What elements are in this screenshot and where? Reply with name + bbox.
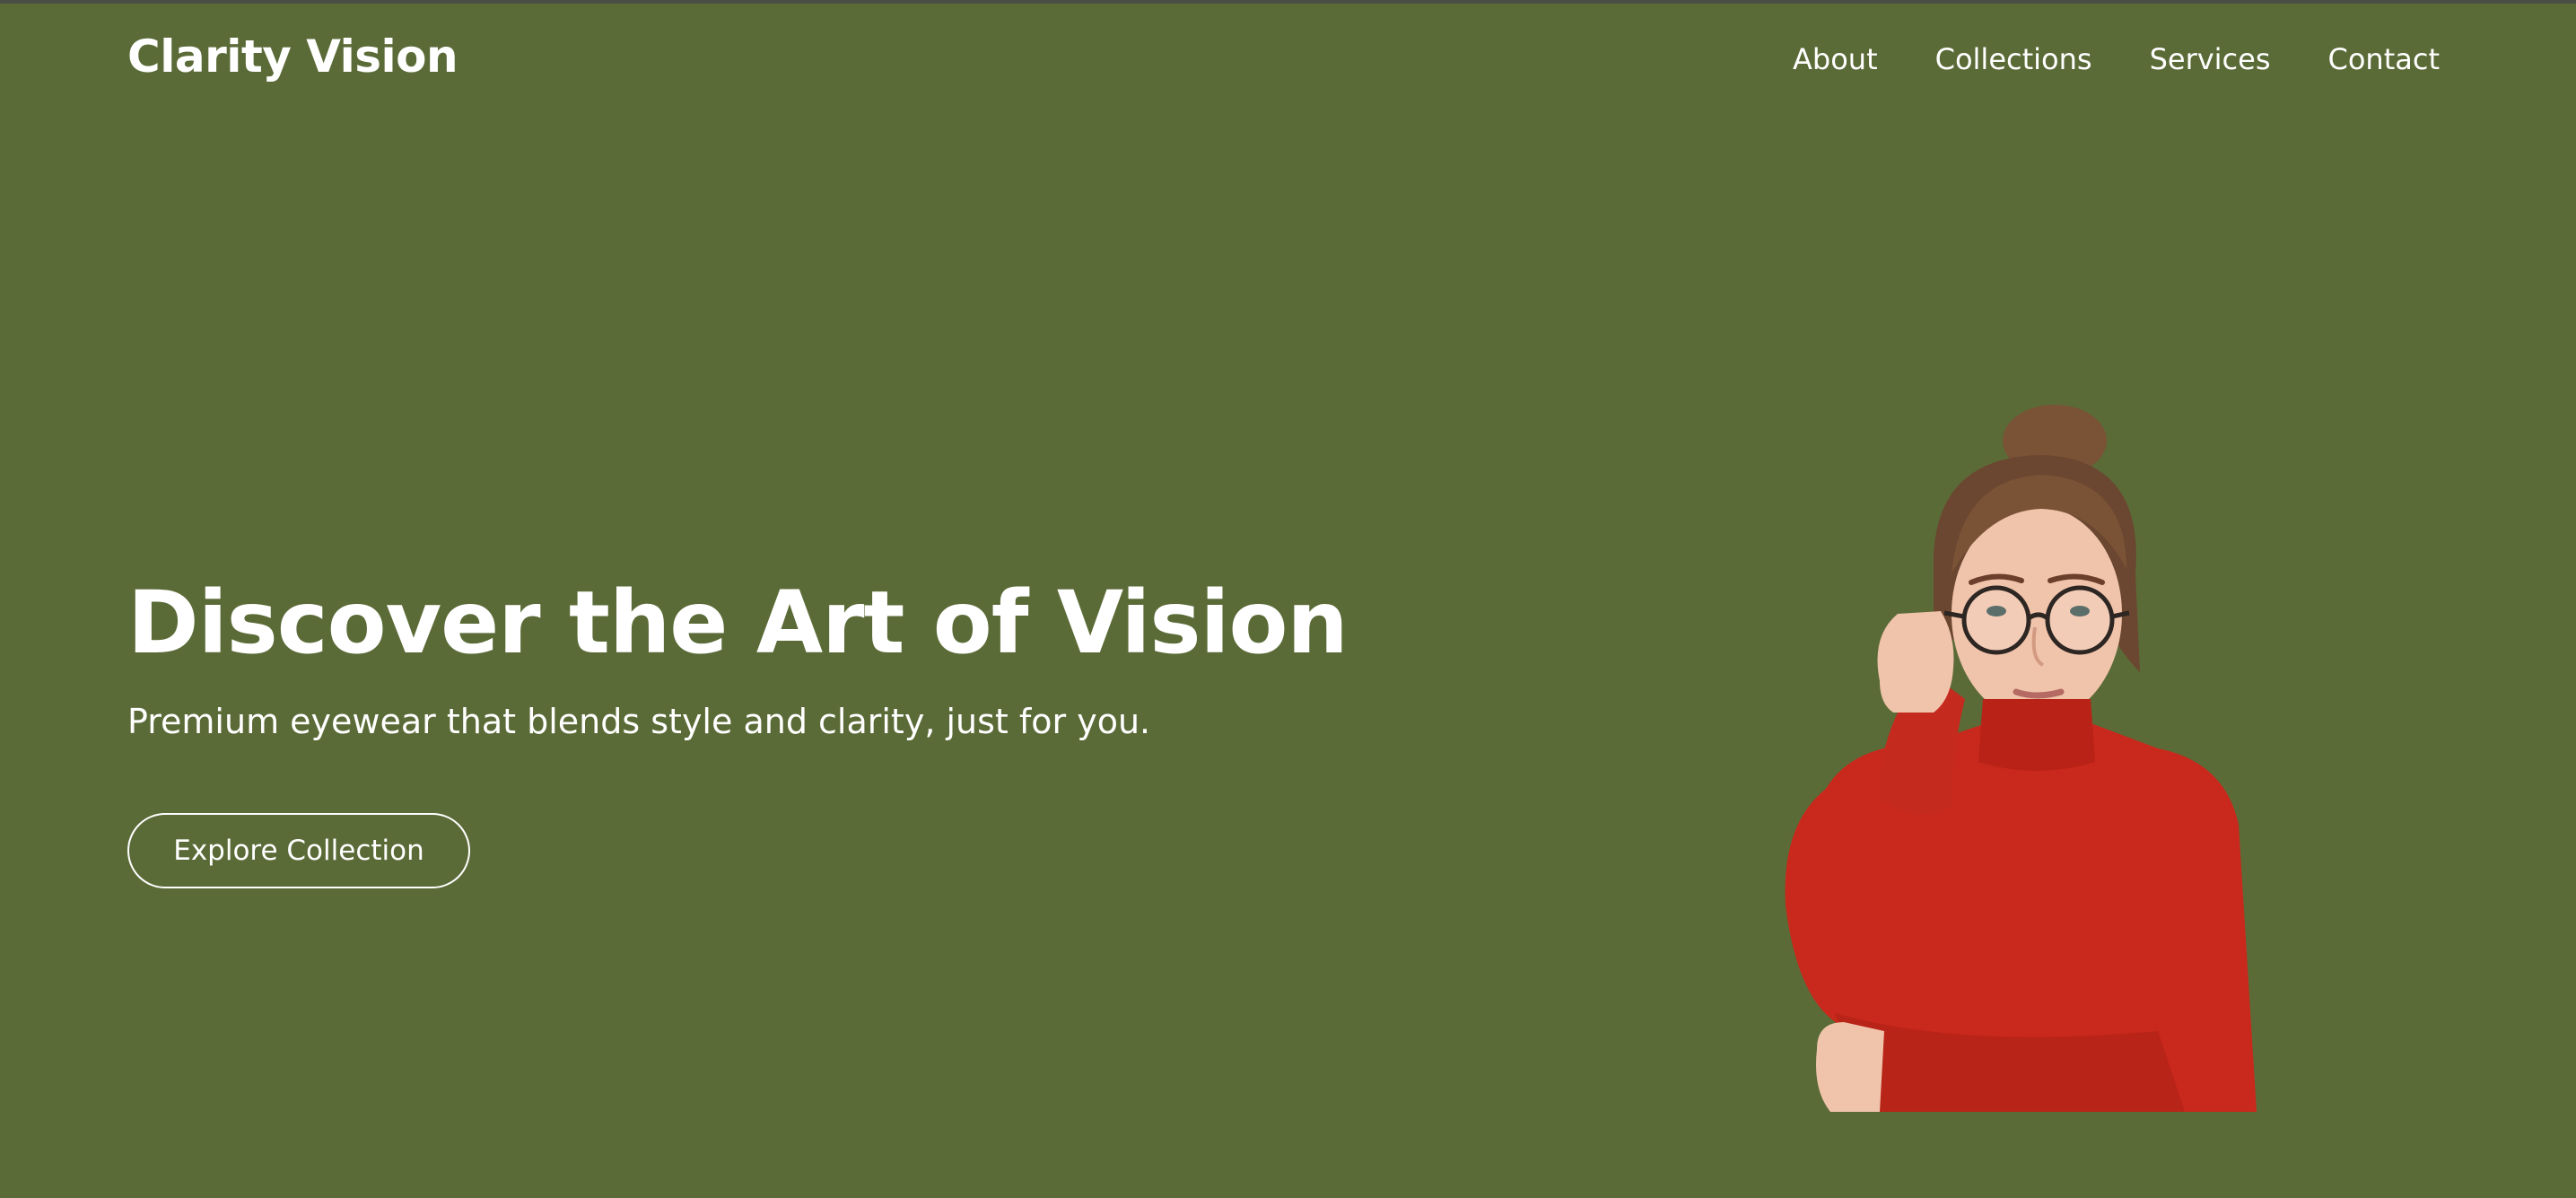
nav-link-about[interactable]: About [1793,42,1878,76]
nav-link-contact[interactable]: Contact [2328,42,2441,76]
nav-link-collections[interactable]: Collections [1935,42,2092,76]
hero-tagline: Premium eyewear that blends style and cl… [127,702,1151,741]
explore-collection-button[interactable]: Explore Collection [127,813,470,888]
hand [1877,611,1954,713]
hero-section: Discover the Art of Vision Premium eyewe… [127,569,1349,888]
site-header: Clarity Vision About Collections Service… [0,4,2576,120]
hero-headline: Discover the Art of Vision [127,573,1349,673]
nav-link-services[interactable]: Services [2150,42,2271,76]
brand-logo[interactable]: Clarity Vision [127,31,458,83]
main-nav: About Collections Services Contact [1793,42,2440,76]
hero-portrait-image [1785,405,2257,1112]
